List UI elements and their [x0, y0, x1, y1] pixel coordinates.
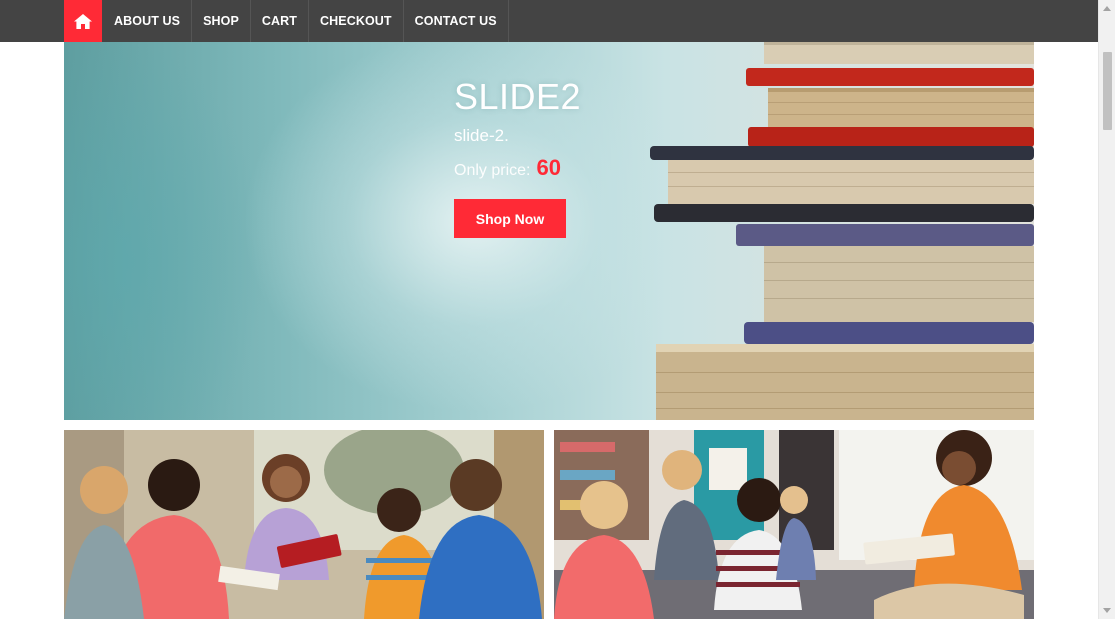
- scroll-down-arrow-icon[interactable]: [1103, 608, 1111, 613]
- nav-checkout[interactable]: CHECKOUT: [309, 0, 404, 42]
- nav-about-us[interactable]: ABOUT US: [102, 0, 193, 42]
- slide-price-row: Only price: 60: [454, 155, 581, 181]
- page: ABOUT US SHOP CART CHECKOUT CONTACT US S…: [0, 0, 1115, 619]
- slide-price: 60: [536, 155, 561, 180]
- home-icon: [74, 13, 92, 29]
- classroom-photo-right[interactable]: [554, 430, 1034, 619]
- shop-now-button[interactable]: Shop Now: [454, 199, 566, 238]
- slide-caption: SLIDE2 slide-2. Only price: 60 Shop Now: [454, 76, 581, 238]
- slide-title: SLIDE2: [454, 76, 582, 117]
- page-scrollbar[interactable]: [1098, 0, 1115, 619]
- hero-slider: SLIDE2 slide-2. Only price: 60 Shop Now: [64, 42, 1034, 420]
- scrollbar-thumb[interactable]: [1103, 52, 1112, 130]
- slide-price-label: Only price:: [454, 162, 531, 179]
- nav-contact-us[interactable]: CONTACT US: [404, 0, 509, 42]
- scroll-up-arrow-icon[interactable]: [1103, 6, 1111, 11]
- nav-menu: ABOUT US SHOP CART CHECKOUT CONTACT US: [64, 0, 509, 42]
- reading-group-image: [64, 430, 544, 619]
- slide-subtitle: slide-2.: [454, 126, 509, 145]
- top-navbar: ABOUT US SHOP CART CHECKOUT CONTACT US: [0, 0, 1098, 42]
- nav-cart[interactable]: CART: [251, 0, 310, 42]
- nav-shop[interactable]: SHOP: [192, 0, 251, 42]
- classroom-image: [554, 430, 1034, 619]
- reading-group-photo-left[interactable]: [64, 430, 544, 619]
- nav-home-button[interactable]: [64, 0, 102, 42]
